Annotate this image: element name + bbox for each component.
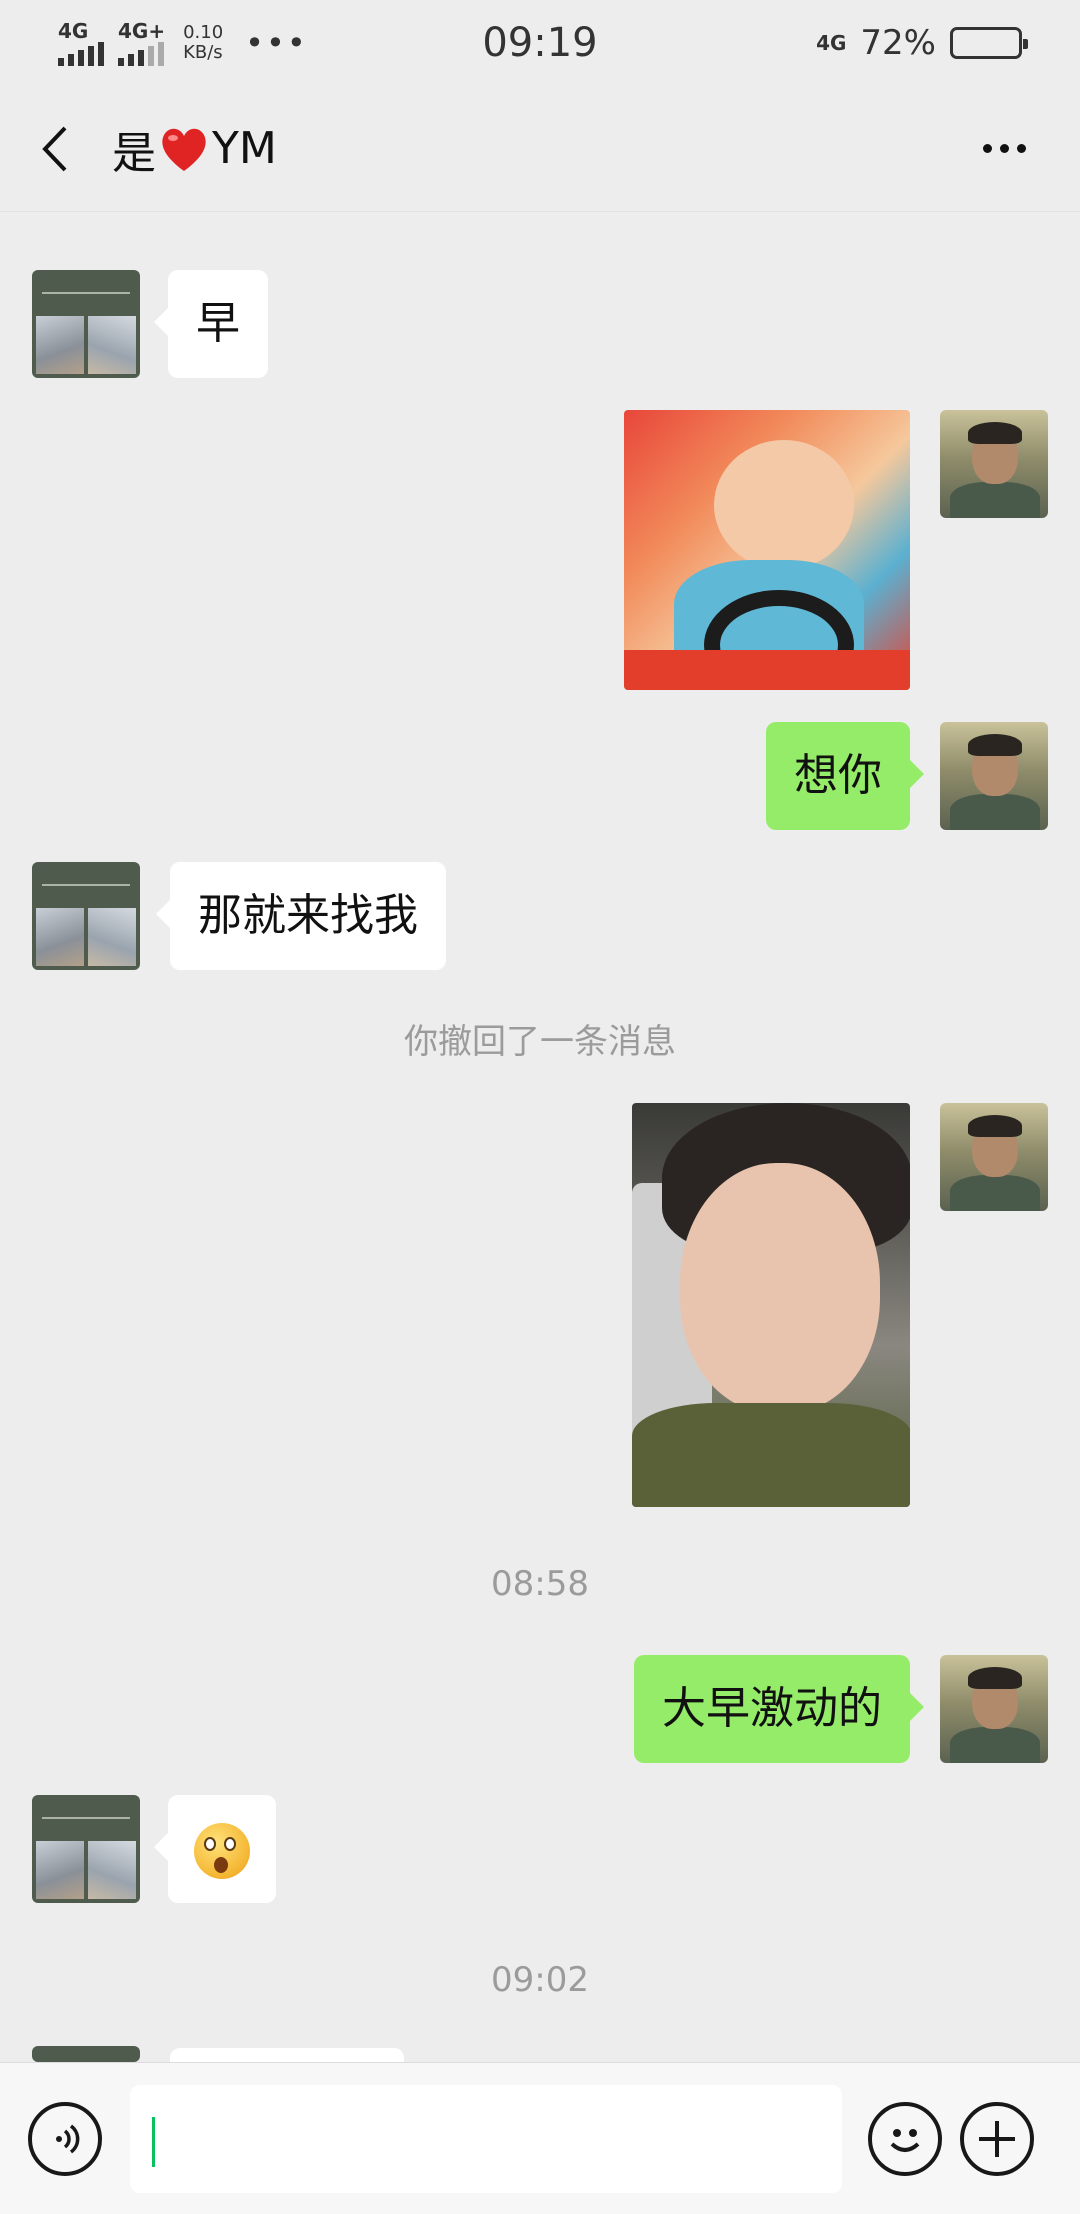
emoji-icon[interactable] (868, 2101, 942, 2176)
message-bubble-outgoing[interactable]: 大早激动的 (634, 1655, 924, 1763)
plus-icon[interactable] (960, 2101, 1034, 2176)
chat-title-prefix: 是 (112, 127, 156, 179)
chat-input-bar (0, 2062, 1080, 2214)
message-bubble-incoming[interactable]: 早 (154, 270, 268, 378)
contact-avatar[interactable] (32, 270, 140, 378)
image-message-selfie[interactable] (632, 1103, 910, 1507)
chevron-left-icon[interactable] (34, 119, 74, 179)
recall-notice: 你撤回了一条消息 (404, 1022, 676, 1062)
my-avatar[interactable] (940, 410, 1048, 518)
my-avatar[interactable] (940, 1103, 1048, 1211)
message-bubble-incoming[interactable]: 那就来找我 (156, 862, 446, 970)
chat-header: 是 YM (0, 86, 1080, 212)
my-avatar[interactable] (940, 1655, 1048, 1763)
chat-title-suffix: YM (212, 123, 277, 174)
status-time: 09:19 (482, 20, 598, 66)
contact-avatar[interactable] (32, 2046, 140, 2062)
message-bubble-incoming-emoji[interactable] (154, 1795, 276, 1903)
timestamp: 09:02 (491, 1960, 589, 2000)
heart-icon (162, 128, 206, 171)
image-message-crying-baby[interactable] (624, 410, 910, 690)
message-input[interactable] (130, 2084, 842, 2193)
contact-avatar[interactable] (32, 1795, 140, 1903)
my-avatar[interactable] (940, 722, 1048, 830)
chat-title: 是 YM (112, 117, 277, 181)
text-caret (152, 2116, 155, 2167)
more-horizontal-icon[interactable] (963, 134, 1046, 163)
message-bubble-incoming-partial[interactable] (170, 2048, 404, 2062)
surprised-face-icon (194, 1823, 250, 1879)
timestamp: 08:58 (491, 1564, 589, 1604)
contact-avatar[interactable] (32, 862, 140, 970)
voice-icon[interactable] (28, 2101, 102, 2176)
message-bubble-outgoing[interactable]: 想你 (766, 722, 924, 830)
